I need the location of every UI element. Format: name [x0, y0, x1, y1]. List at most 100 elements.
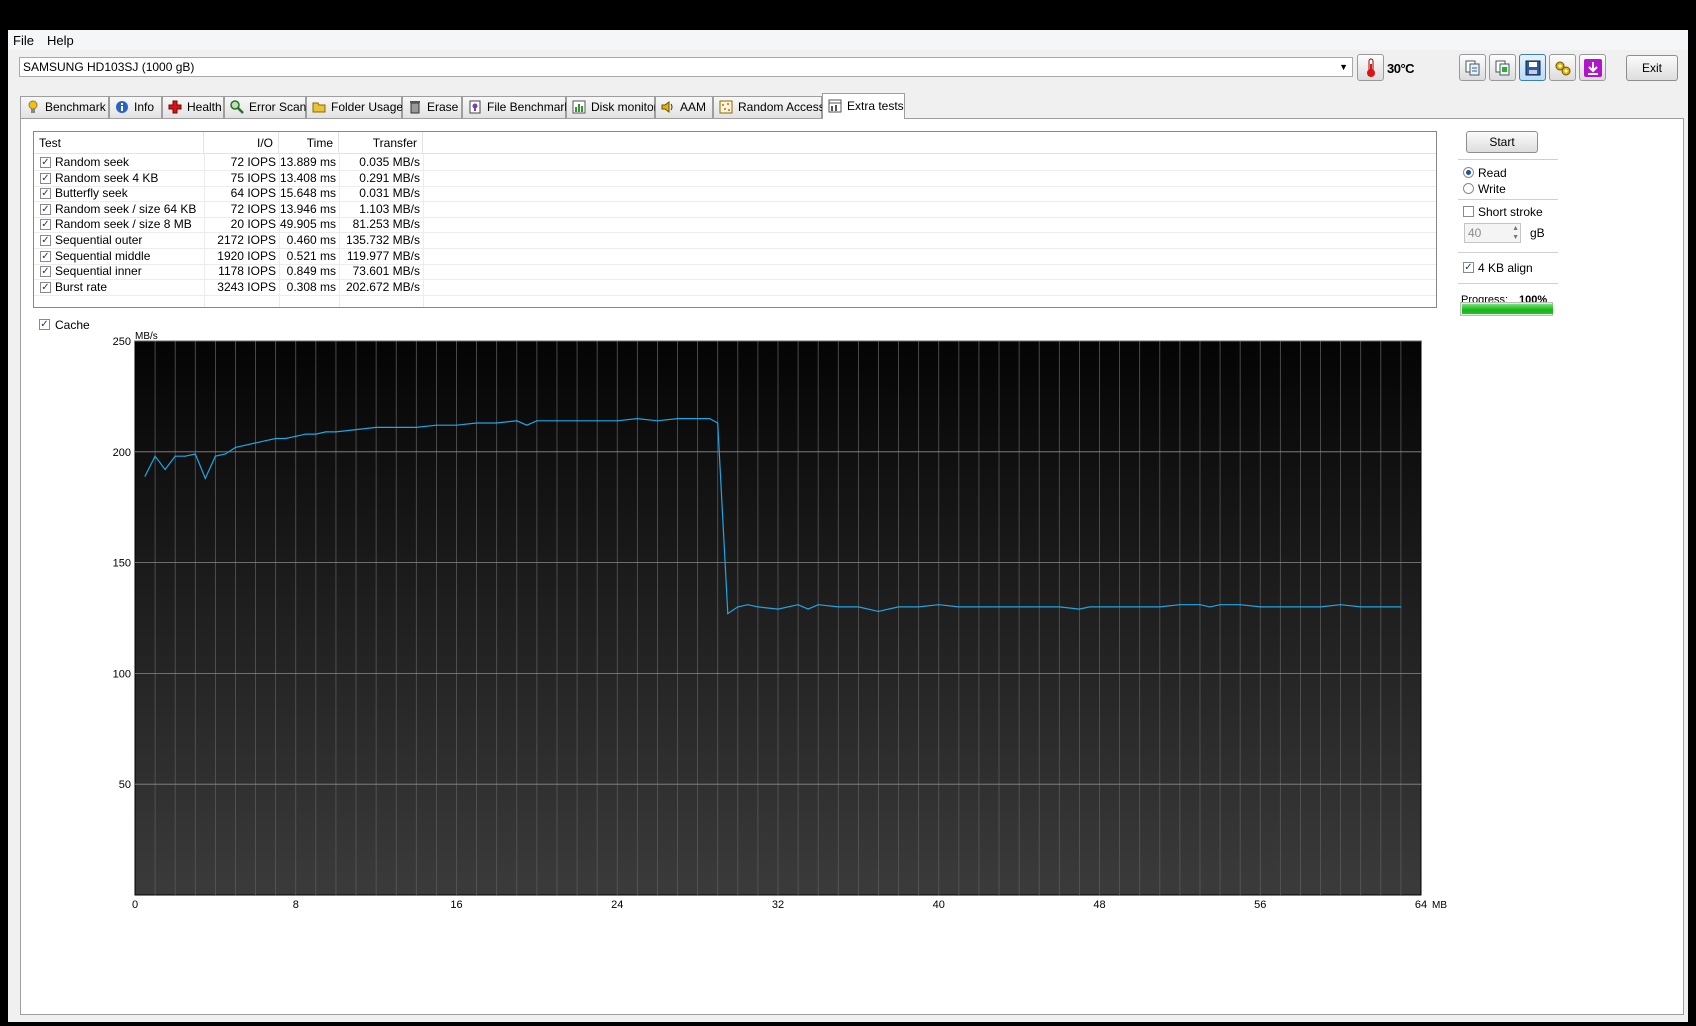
tab-folder-usage[interactable]: Folder Usage [306, 96, 404, 118]
data-point [355, 429, 357, 431]
data-point [536, 420, 538, 422]
data-point [817, 604, 819, 606]
data-point [526, 424, 528, 426]
data-point [1219, 604, 1221, 606]
data-point [295, 435, 297, 437]
data-point [978, 606, 980, 608]
data-point [777, 608, 779, 610]
x-tick-label: 64 [1415, 899, 1427, 911]
y-tick-label: 50 [119, 779, 131, 791]
drive-select-value: SAMSUNG HD103SJ (1000 gB) [23, 60, 195, 74]
menu-bar: File Help [8, 30, 1688, 50]
data-point [737, 606, 739, 608]
data-point [556, 420, 558, 422]
x-tick-label: 0 [132, 899, 138, 911]
data-point [516, 420, 518, 422]
data-point [837, 606, 839, 608]
tab-label: Disk monitor [591, 100, 658, 114]
data-point [717, 422, 719, 424]
data-point [375, 426, 377, 429]
copy-info-button[interactable] [1459, 54, 1486, 81]
tab-label: Folder Usage [331, 100, 404, 114]
data-point [435, 424, 438, 426]
y-axis-label: MB/s [135, 331, 158, 342]
chevron-down-icon[interactable]: ▼ [1339, 58, 1348, 76]
tab-label: Error Scan [249, 100, 307, 114]
x-tick-label: 8 [293, 899, 299, 911]
data-point [184, 455, 186, 457]
data-point [1279, 606, 1281, 608]
data-point [1078, 608, 1081, 610]
copy-green-icon [1495, 60, 1509, 75]
tab-benchmark[interactable]: Benchmark [20, 96, 109, 118]
data-point [1360, 606, 1362, 608]
tab-label: Health [187, 100, 222, 114]
tab-disk-monitor[interactable]: Disk monitor [566, 96, 658, 118]
data-point [757, 606, 759, 608]
tab-label: Erase [427, 100, 459, 114]
copy-screenshot-button[interactable] [1489, 54, 1516, 81]
menu-help[interactable]: Help [47, 33, 74, 48]
data-point [1299, 606, 1302, 608]
data-point [656, 420, 659, 422]
extra-tests-panel: Test I/O Time Transfer ✓ Random seek 72 IO… [20, 118, 1684, 1015]
data-point [897, 606, 900, 608]
tab-label: File Benchmark [487, 100, 571, 114]
tab-extra-tests[interactable]: Extra tests [822, 93, 905, 119]
data-point [1380, 606, 1382, 608]
menu-file[interactable]: File [13, 33, 34, 48]
y-tick-label: 250 [113, 336, 131, 348]
tab-error-scan[interactable]: Error Scan [224, 96, 306, 118]
tab-aam[interactable]: AAM [655, 96, 713, 118]
data-point [596, 420, 598, 422]
tab-file-benchmark[interactable]: File Benchmark [462, 96, 570, 118]
data-point [275, 437, 277, 440]
thermometer-icon [1366, 58, 1375, 77]
tab-info[interactable]: Info [109, 96, 162, 118]
data-point [676, 417, 679, 420]
tab-health[interactable]: Health [162, 96, 224, 118]
data-point [918, 606, 920, 608]
x-tick-label: 40 [933, 899, 945, 911]
info-icon [116, 101, 128, 113]
data-point [496, 422, 498, 424]
data-point [194, 453, 196, 455]
update-button[interactable] [1579, 54, 1606, 81]
file-benchmark-icon [469, 100, 481, 114]
tab-random-access[interactable]: Random Access [713, 96, 825, 118]
data-point [325, 431, 327, 433]
data-point [1038, 606, 1040, 608]
data-point [807, 608, 809, 610]
exit-button[interactable]: Exit [1626, 55, 1678, 81]
data-point [1239, 604, 1241, 606]
x-tick-label: 24 [611, 899, 623, 911]
data-point [1088, 606, 1091, 608]
data-point [576, 420, 578, 422]
tab-erase[interactable]: Erase [402, 96, 462, 118]
tab-label: Benchmark [45, 100, 106, 114]
speaker-icon [661, 101, 673, 113]
data-point [887, 608, 890, 610]
temperature-button[interactable] [1357, 54, 1384, 81]
options-button[interactable] [1549, 54, 1576, 81]
data-point [1340, 604, 1342, 606]
data-point [877, 610, 880, 612]
data-point [747, 604, 749, 606]
data-point [727, 612, 729, 615]
magnifier-icon [230, 100, 244, 114]
data-point [1259, 606, 1261, 608]
x-tick-label: 56 [1254, 899, 1266, 911]
data-point [415, 426, 417, 429]
drive-select[interactable]: SAMSUNG HD103SJ (1000 gB) ▼ [19, 57, 1353, 77]
data-point [636, 417, 638, 420]
data-point [998, 606, 1000, 608]
save-button[interactable] [1519, 54, 1546, 81]
data-point [475, 422, 478, 424]
lightbulb-icon [28, 100, 38, 113]
data-point [1179, 604, 1181, 606]
data-point [204, 477, 206, 479]
data-point [797, 604, 799, 606]
application-window: File Help SAMSUNG HD103SJ (1000 gB) ▼ 30… [8, 30, 1688, 1022]
health-cross-icon [168, 100, 182, 114]
data-point [1098, 606, 1101, 608]
